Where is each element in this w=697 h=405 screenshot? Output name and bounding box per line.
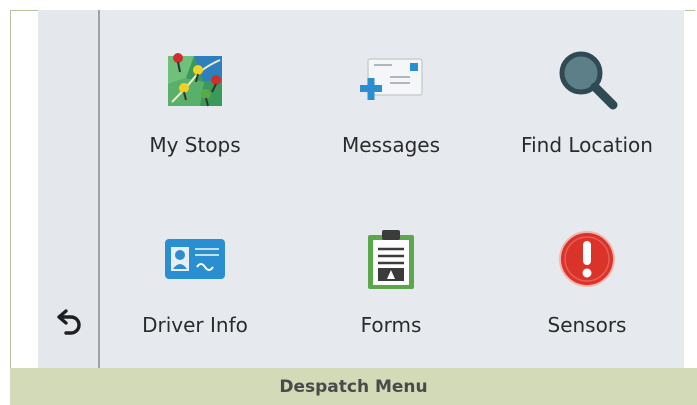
menu-item-my-stops[interactable]: My Stops	[102, 10, 288, 160]
clipboard-icon	[356, 224, 426, 294]
caption-text: Despatch Menu	[279, 376, 428, 397]
device-screen: My Stops Messages Find Location Driver I…	[38, 10, 684, 368]
back-button[interactable]	[50, 304, 90, 344]
menu-item-driver-info[interactable]: Driver Info	[102, 190, 288, 340]
menu-item-sensors[interactable]: Sensors	[494, 190, 680, 340]
caption-bar: Despatch Menu	[10, 368, 697, 405]
menu-item-label: Sensors	[547, 313, 627, 337]
alert-icon	[552, 224, 622, 294]
menu-item-forms[interactable]: Forms	[298, 190, 484, 340]
back-arrow-icon	[57, 308, 83, 340]
frame-left-edge	[10, 10, 11, 368]
menu-item-label: Driver Info	[142, 313, 248, 337]
frame-corner-top-left	[10, 10, 38, 11]
menu-item-messages[interactable]: Messages	[298, 10, 484, 160]
menu-item-find-location[interactable]: Find Location	[494, 10, 680, 160]
id-card-icon	[160, 224, 230, 294]
menu-grid: My Stops Messages Find Location Driver I…	[102, 10, 684, 368]
frame-corner-top-right	[685, 10, 695, 11]
magnifier-icon	[552, 44, 622, 114]
map-pins-icon	[160, 44, 230, 114]
menu-item-label: Find Location	[521, 133, 653, 157]
envelope-plus-icon	[356, 44, 426, 114]
menu-item-label: Messages	[341, 133, 441, 157]
menu-item-label: Forms	[360, 313, 422, 337]
menu-item-label: My Stops	[149, 133, 241, 157]
side-panel	[38, 10, 100, 368]
